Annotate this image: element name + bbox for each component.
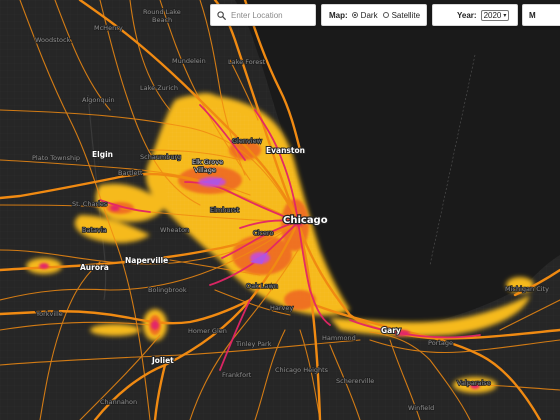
label-gary: Gary: [381, 326, 401, 335]
map-type-satellite-label: Satellite: [391, 10, 421, 20]
label-yorkville: Yorkville: [35, 310, 63, 318]
label-schererville: Schererville: [336, 377, 374, 385]
label-frankfort: Frankfort: [222, 371, 252, 379]
traffic-heat-map[interactable]: Round Lake Beach Woodstock McHenry Munde…: [0, 0, 560, 420]
label-round-lake-1: Round Lake: [143, 8, 181, 16]
extra-control: M: [522, 4, 560, 26]
label-elk-grove-2: Village: [194, 166, 216, 174]
radio-checked-icon: [351, 12, 358, 18]
map-type-label: Map:: [329, 10, 348, 20]
year-control: Year: 2020 ▾: [432, 4, 518, 26]
label-elgin: Elgin: [92, 150, 113, 159]
label-schaumburg: Schaumburg: [140, 153, 181, 161]
label-portage: Portage: [428, 339, 453, 347]
location-search-input[interactable]: [231, 10, 315, 20]
label-joliet: Joliet: [151, 356, 174, 365]
label-elmhurst: Elmhurst: [210, 206, 240, 214]
label-tinley-park: Tinley Park: [235, 340, 272, 348]
label-mundelein: Mundelein: [172, 57, 206, 65]
label-batavia: Batavia: [82, 226, 107, 234]
year-select-value: 2020: [483, 10, 502, 20]
label-hammond: Hammond: [322, 334, 356, 342]
map-type-satellite-option[interactable]: Satellite: [382, 10, 421, 20]
search-icon: [217, 10, 226, 20]
label-bolingbrook: Bolingbrook: [148, 286, 187, 294]
radio-unchecked-icon: [382, 12, 389, 18]
label-lake-zurich: Lake Zurich: [140, 84, 178, 92]
label-cicero: Cicero: [253, 229, 273, 237]
label-oak-lawn: Oak Lawn: [246, 282, 278, 290]
label-wheaton: Wheaton: [160, 226, 189, 234]
map-type-dark-label: Dark: [360, 10, 378, 20]
label-aurora: Aurora: [80, 263, 109, 272]
label-evanston: Evanston: [266, 146, 305, 155]
label-round-lake-2: Beach: [152, 16, 172, 24]
label-chicago: Chicago: [283, 215, 328, 226]
map-type-control: Map: Dark Satellite: [321, 4, 427, 26]
label-valparaiso: Valparaiso: [457, 379, 491, 387]
label-bartlett: Bartlett: [118, 169, 143, 177]
extra-control-label: M: [529, 10, 536, 20]
map-type-dark-option[interactable]: Dark: [351, 10, 378, 20]
year-label: Year:: [457, 10, 477, 20]
label-channahon: Channahon: [100, 398, 137, 406]
label-lake-forest: Lake Forest: [228, 58, 266, 66]
label-glenview: Glenview: [232, 137, 263, 145]
year-select[interactable]: 2020 ▾: [480, 9, 510, 21]
label-michigan-city: Michigan City: [505, 285, 549, 293]
label-naperville: Naperville: [125, 256, 168, 265]
label-st-charles: St. Charles: [72, 200, 108, 208]
label-chicago-heights: Chicago Heights: [275, 366, 329, 374]
label-woodstock: Woodstock: [35, 36, 71, 44]
label-homer-glen: Homer Glen: [188, 327, 227, 335]
label-winfield: Winfield: [408, 404, 434, 412]
label-plato-township: Plato Township: [32, 154, 80, 162]
label-mchenry: McHenry: [94, 24, 123, 32]
chevron-down-icon: ▾: [503, 12, 507, 19]
label-harvey: Harvey: [270, 304, 293, 312]
label-elk-grove-1: Elk Grove: [192, 158, 223, 166]
label-algonquin: Algonquin: [82, 96, 115, 104]
search-box: [210, 4, 316, 26]
